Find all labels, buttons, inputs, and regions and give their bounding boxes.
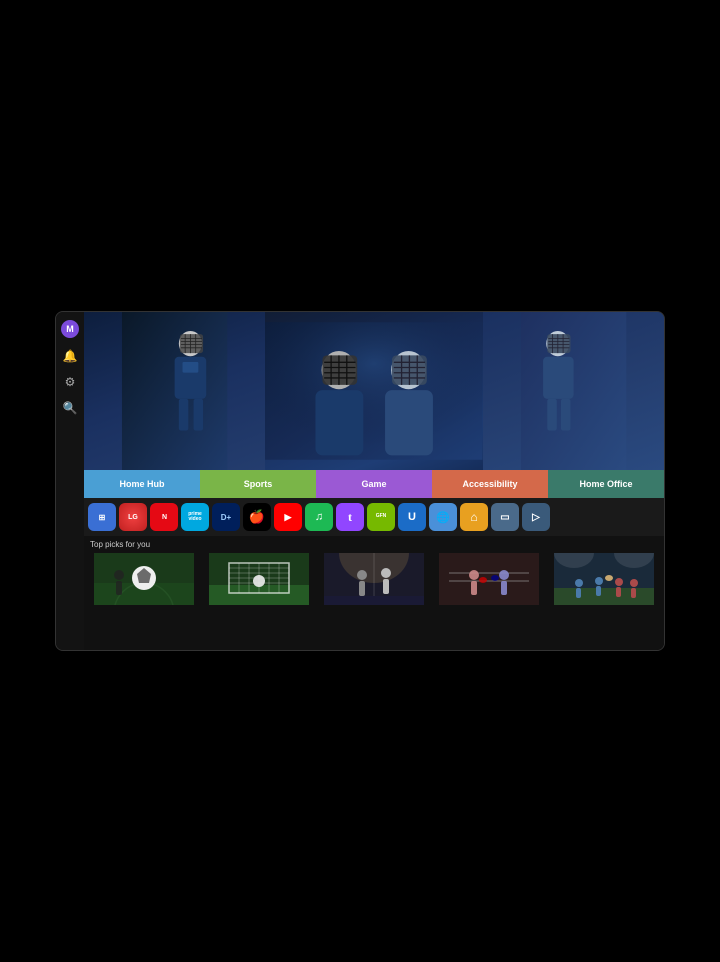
top-picks-section: Top picks for you [84,536,664,650]
main-content: Home Hub Sports Game Accessibility Home … [84,312,664,650]
pick-3[interactable] [318,553,430,605]
disney-plus-icon[interactable]: D+ [212,503,240,531]
app-row: ⊞ LG N primevideo D+ 🍎 ▶ ♫ t GFN U 🌐 ⌂ ▭… [84,498,664,536]
tab-game[interactable]: Game [316,470,432,498]
tab-accessibility[interactable]: Accessibility [432,470,548,498]
pick-4[interactable] [433,553,545,605]
uplay-icon[interactable]: U [398,503,426,531]
tab-home-hub[interactable]: Home Hub [84,470,200,498]
netflix-icon[interactable]: N [150,503,178,531]
spotify-icon[interactable]: ♫ [305,503,333,531]
pick-2[interactable] [203,553,315,605]
search-icon[interactable]: 🔍 [62,400,78,416]
apple-tv-icon[interactable]: 🍎 [243,503,271,531]
avatar[interactable]: M [61,320,79,338]
top-picks-grid [88,553,660,605]
nav-tabs: Home Hub Sports Game Accessibility Home … [84,470,664,498]
hero-center [265,312,483,470]
lg-channels-icon[interactable]: LG [119,503,147,531]
hero-banner [84,312,664,470]
pick-5[interactable] [548,553,660,605]
settings-icon[interactable]: ⚙ [62,374,78,390]
twitch-icon[interactable]: t [336,503,364,531]
pick-1[interactable] [88,553,200,605]
sidebar: M 🔔 ⚙ 🔍 [56,312,84,650]
notification-icon[interactable]: 🔔 [62,348,78,364]
hero-right [483,312,664,470]
smart-home-icon[interactable]: ⌂ [460,503,488,531]
tab-sports[interactable]: Sports [200,470,316,498]
geforce-now-icon[interactable]: GFN [367,503,395,531]
top-picks-label: Top picks for you [88,540,660,549]
extra-app-icon[interactable]: ▷ [522,503,550,531]
tab-home-office[interactable]: Home Office [548,470,664,498]
hero-left [84,312,265,470]
prime-video-icon[interactable]: primevideo [181,503,209,531]
youtube-icon[interactable]: ▶ [274,503,302,531]
tv-frame: M 🔔 ⚙ 🔍 [55,311,665,651]
web-browser-icon[interactable]: 🌐 [429,503,457,531]
apps-icon[interactable]: ⊞ [88,503,116,531]
screen-share-icon[interactable]: ▭ [491,503,519,531]
